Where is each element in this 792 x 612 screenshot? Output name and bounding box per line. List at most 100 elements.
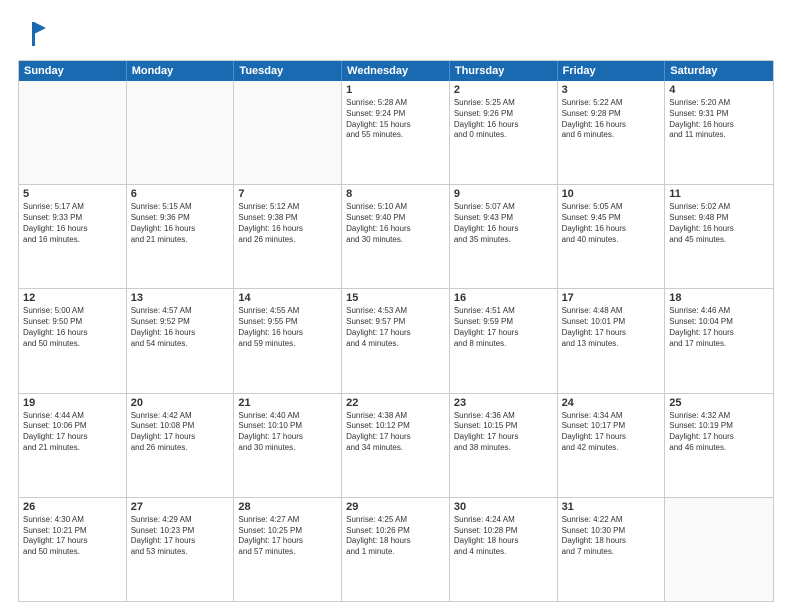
day-cell-26: 26Sunrise: 4:30 AM Sunset: 10:21 PM Dayl… (19, 498, 127, 601)
day-info: Sunrise: 4:32 AM Sunset: 10:19 PM Daylig… (669, 411, 769, 454)
day-cell-5: 5 Sunrise: 5:17 AM Sunset: 9:33 PM Daylig… (19, 185, 127, 288)
header (18, 18, 774, 50)
day-number: 3 (562, 84, 661, 96)
day-number: 29 (346, 501, 445, 513)
calendar-row-1: 5 Sunrise: 5:17 AM Sunset: 9:33 PM Daylig… (19, 184, 773, 288)
day-info: Sunrise: 4:55 AM Sunset: 9:55 PM Dayligh… (238, 306, 337, 349)
day-cell-12: 12 Sunrise: 5:00 AM Sunset: 9:50 PM Dayli… (19, 289, 127, 392)
day-number: 4 (669, 84, 769, 96)
day-number: 12 (23, 292, 122, 304)
day-number: 23 (454, 397, 553, 409)
weekday-header-wednesday: Wednesday (342, 61, 450, 81)
day-number: 24 (562, 397, 661, 409)
calendar-row-0: 1 Sunrise: 5:28 AM Sunset: 9:24 PM Daylig… (19, 81, 773, 184)
day-number: 25 (669, 397, 769, 409)
day-info: Sunrise: 4:34 AM Sunset: 10:17 PM Daylig… (562, 411, 661, 454)
day-number: 7 (238, 188, 337, 200)
day-info: Sunrise: 4:42 AM Sunset: 10:08 PM Daylig… (131, 411, 230, 454)
day-info: Sunrise: 4:48 AM Sunset: 10:01 PM Daylig… (562, 306, 661, 349)
day-info: Sunrise: 4:57 AM Sunset: 9:52 PM Dayligh… (131, 306, 230, 349)
day-cell-24: 24 Sunrise: 4:34 AM Sunset: 10:17 PM Dayl… (558, 394, 666, 497)
day-cell-9: 9Sunrise: 5:07 AM Sunset: 9:43 PM Daylig… (450, 185, 558, 288)
day-number: 8 (346, 188, 445, 200)
day-number: 27 (131, 501, 230, 513)
day-number: 6 (131, 188, 230, 200)
day-info: Sunrise: 5:20 AM Sunset: 9:31 PM Dayligh… (669, 98, 769, 141)
empty-cell (127, 81, 235, 184)
day-cell-14: 14 Sunrise: 4:55 AM Sunset: 9:55 PM Dayli… (234, 289, 342, 392)
day-number: 2 (454, 84, 553, 96)
day-info: Sunrise: 4:40 AM Sunset: 10:10 PM Daylig… (238, 411, 337, 454)
day-cell-7: 7 Sunrise: 5:12 AM Sunset: 9:38 PM Daylig… (234, 185, 342, 288)
day-info: Sunrise: 4:36 AM Sunset: 10:15 PM Daylig… (454, 411, 553, 454)
day-number: 14 (238, 292, 337, 304)
day-info: Sunrise: 5:28 AM Sunset: 9:24 PM Dayligh… (346, 98, 445, 141)
page: SundayMondayTuesdayWednesdayThursdayFrid… (0, 0, 792, 612)
calendar-row-2: 12 Sunrise: 5:00 AM Sunset: 9:50 PM Dayli… (19, 288, 773, 392)
day-number: 13 (131, 292, 230, 304)
weekday-header-tuesday: Tuesday (234, 61, 342, 81)
day-info: Sunrise: 4:44 AM Sunset: 10:06 PM Daylig… (23, 411, 122, 454)
calendar: SundayMondayTuesdayWednesdayThursdayFrid… (18, 60, 774, 602)
day-number: 5 (23, 188, 122, 200)
weekday-header-saturday: Saturday (665, 61, 773, 81)
day-cell-22: 22 Sunrise: 4:38 AM Sunset: 10:12 PM Dayl… (342, 394, 450, 497)
day-number: 17 (562, 292, 661, 304)
day-cell-27: 27 Sunrise: 4:29 AM Sunset: 10:23 PM Dayl… (127, 498, 235, 601)
day-info: Sunrise: 4:27 AM Sunset: 10:25 PM Daylig… (238, 515, 337, 558)
day-cell-17: 17 Sunrise: 4:48 AM Sunset: 10:01 PM Dayl… (558, 289, 666, 392)
day-number: 10 (562, 188, 661, 200)
weekday-header-monday: Monday (127, 61, 235, 81)
day-cell-19: 19 Sunrise: 4:44 AM Sunset: 10:06 PM Dayl… (19, 394, 127, 497)
day-number: 18 (669, 292, 769, 304)
day-number: 11 (669, 188, 769, 200)
day-cell-29: 29 Sunrise: 4:25 AM Sunset: 10:26 PM Dayl… (342, 498, 450, 601)
day-number: 19 (23, 397, 122, 409)
logo (18, 18, 56, 50)
day-info: Sunrise: 4:24 AM Sunset: 10:28 PM Daylig… (454, 515, 553, 558)
day-number: 28 (238, 501, 337, 513)
day-cell-28: 28 Sunrise: 4:27 AM Sunset: 10:25 PM Dayl… (234, 498, 342, 601)
day-cell-30: 30 Sunrise: 4:24 AM Sunset: 10:28 PM Dayl… (450, 498, 558, 601)
day-number: 22 (346, 397, 445, 409)
day-cell-3: 3 Sunrise: 5:22 AM Sunset: 9:28 PM Daylig… (558, 81, 666, 184)
day-info: Sunrise: 5:02 AM Sunset: 9:48 PM Dayligh… (669, 202, 769, 245)
day-cell-18: 18Sunrise: 4:46 AM Sunset: 10:04 PM Dayl… (665, 289, 773, 392)
day-info: Sunrise: 4:53 AM Sunset: 9:57 PM Dayligh… (346, 306, 445, 349)
day-cell-6: 6 Sunrise: 5:15 AM Sunset: 9:36 PM Daylig… (127, 185, 235, 288)
day-info: Sunrise: 4:29 AM Sunset: 10:23 PM Daylig… (131, 515, 230, 558)
day-info: Sunrise: 5:22 AM Sunset: 9:28 PM Dayligh… (562, 98, 661, 141)
day-number: 15 (346, 292, 445, 304)
calendar-body: 1 Sunrise: 5:28 AM Sunset: 9:24 PM Daylig… (19, 81, 773, 601)
weekday-header-thursday: Thursday (450, 61, 558, 81)
day-number: 21 (238, 397, 337, 409)
day-cell-11: 11 Sunrise: 5:02 AM Sunset: 9:48 PM Dayli… (665, 185, 773, 288)
calendar-header: SundayMondayTuesdayWednesdayThursdayFrid… (19, 61, 773, 81)
day-info: Sunrise: 4:25 AM Sunset: 10:26 PM Daylig… (346, 515, 445, 558)
empty-cell (234, 81, 342, 184)
day-info: Sunrise: 5:10 AM Sunset: 9:40 PM Dayligh… (346, 202, 445, 245)
day-cell-21: 21 Sunrise: 4:40 AM Sunset: 10:10 PM Dayl… (234, 394, 342, 497)
day-info: Sunrise: 5:15 AM Sunset: 9:36 PM Dayligh… (131, 202, 230, 245)
day-cell-15: 15 Sunrise: 4:53 AM Sunset: 9:57 PM Dayli… (342, 289, 450, 392)
day-number: 31 (562, 501, 661, 513)
day-cell-1: 1 Sunrise: 5:28 AM Sunset: 9:24 PM Daylig… (342, 81, 450, 184)
day-cell-10: 10Sunrise: 5:05 AM Sunset: 9:45 PM Dayli… (558, 185, 666, 288)
day-number: 1 (346, 84, 445, 96)
day-info: Sunrise: 4:51 AM Sunset: 9:59 PM Dayligh… (454, 306, 553, 349)
day-cell-25: 25 Sunrise: 4:32 AM Sunset: 10:19 PM Dayl… (665, 394, 773, 497)
day-cell-4: 4 Sunrise: 5:20 AM Sunset: 9:31 PM Daylig… (665, 81, 773, 184)
day-info: Sunrise: 5:00 AM Sunset: 9:50 PM Dayligh… (23, 306, 122, 349)
day-info: Sunrise: 5:12 AM Sunset: 9:38 PM Dayligh… (238, 202, 337, 245)
day-number: 9 (454, 188, 553, 200)
day-info: Sunrise: 5:17 AM Sunset: 9:33 PM Dayligh… (23, 202, 122, 245)
day-info: Sunrise: 4:22 AM Sunset: 10:30 PM Daylig… (562, 515, 661, 558)
day-info: Sunrise: 4:38 AM Sunset: 10:12 PM Daylig… (346, 411, 445, 454)
weekday-header-friday: Friday (558, 61, 666, 81)
empty-cell (665, 498, 773, 601)
day-number: 30 (454, 501, 553, 513)
logo-icon (18, 18, 50, 50)
day-cell-23: 23 Sunrise: 4:36 AM Sunset: 10:15 PM Dayl… (450, 394, 558, 497)
weekday-header-sunday: Sunday (19, 61, 127, 81)
calendar-row-4: 26Sunrise: 4:30 AM Sunset: 10:21 PM Dayl… (19, 497, 773, 601)
